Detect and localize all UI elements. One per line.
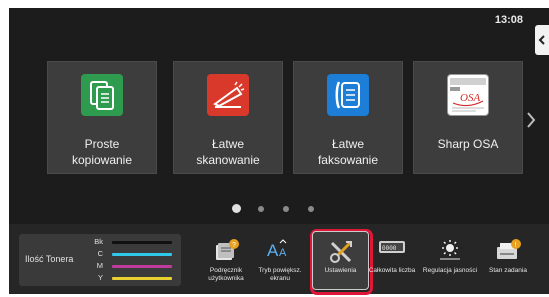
svg-text:A: A [279, 247, 287, 259]
next-page-arrow[interactable] [526, 111, 536, 134]
tile-easy-copy[interactable]: Proste kopiowanie [47, 61, 157, 174]
tile-easy-scan[interactable]: Łatwe skanowanie [173, 61, 283, 174]
manual-icon: ? [213, 239, 239, 268]
scan-icon [207, 74, 249, 116]
settings-button[interactable]: Ustawienia [312, 226, 369, 292]
svg-text:!: ! [515, 242, 517, 249]
toner-row-c: C [79, 249, 173, 259]
control-panel-screen: 13:08 Proste kopiowanie Łatwe skanowanie… [9, 8, 549, 295]
svg-text:OSA: OSA [460, 92, 480, 104]
tile-label: Łatwe faksowanie [317, 137, 379, 167]
toner-title: Ilość Tonera [25, 254, 74, 264]
settings-icon [328, 239, 354, 270]
page-dot-active[interactable] [232, 204, 241, 213]
brightness-icon [438, 239, 462, 266]
toner-row-bk: Bk [79, 237, 173, 247]
sharp-osa-icon: OSA [447, 74, 489, 116]
clock: 13:08 [494, 14, 523, 26]
user-manual-button[interactable]: ? Podręcznik użytkownika [197, 226, 255, 292]
svg-text:0000: 0000 [382, 245, 397, 252]
brightness-button[interactable]: Regulacja jasności [421, 226, 479, 292]
svg-text:A: A [267, 241, 279, 260]
chevron-left-icon [538, 35, 545, 45]
tile-sharp-osa[interactable]: OSA Sharp OSA [413, 61, 523, 174]
zoom-mode-button[interactable]: A A Tryb powiększ. ekranu [251, 226, 309, 292]
total-count-button[interactable]: 0000 Całkowita liczba [363, 226, 421, 292]
tile-label: Łatwe skanowanie [196, 137, 260, 167]
page-dot[interactable] [258, 206, 264, 212]
tile-easy-fax[interactable]: Łatwe faksowanie [293, 61, 403, 174]
job-status-icon: ! [495, 239, 521, 266]
page-dot[interactable] [308, 206, 314, 212]
toner-row-m: M [79, 261, 173, 271]
toner-bar [112, 265, 172, 268]
tile-label: Proste kopiowanie [71, 137, 133, 167]
copy-icon [81, 74, 123, 116]
page-dot[interactable] [283, 206, 289, 212]
toner-bar [112, 241, 172, 244]
toner-status-panel[interactable]: Ilość Tonera Bk C M Y [19, 234, 181, 286]
toner-row-y: Y [79, 273, 173, 283]
home-tiles: Proste kopiowanie Łatwe skanowanie Łatwe… [47, 61, 523, 181]
chevron-right-icon [527, 112, 536, 128]
bottom-bar: Ilość Tonera Bk C M Y ? Podręcznik użytk… [9, 224, 549, 295]
side-panel-toggle[interactable] [535, 25, 549, 55]
fax-icon [327, 74, 369, 116]
job-status-button[interactable]: ! Stan zadania [479, 226, 537, 292]
toner-bar [112, 277, 172, 280]
counter-icon: 0000 [378, 239, 406, 260]
svg-text:?: ? [232, 242, 236, 249]
zoom-text-icon: A A [267, 239, 293, 266]
tile-label: Sharp OSA [437, 137, 499, 151]
toner-bar [112, 253, 172, 256]
